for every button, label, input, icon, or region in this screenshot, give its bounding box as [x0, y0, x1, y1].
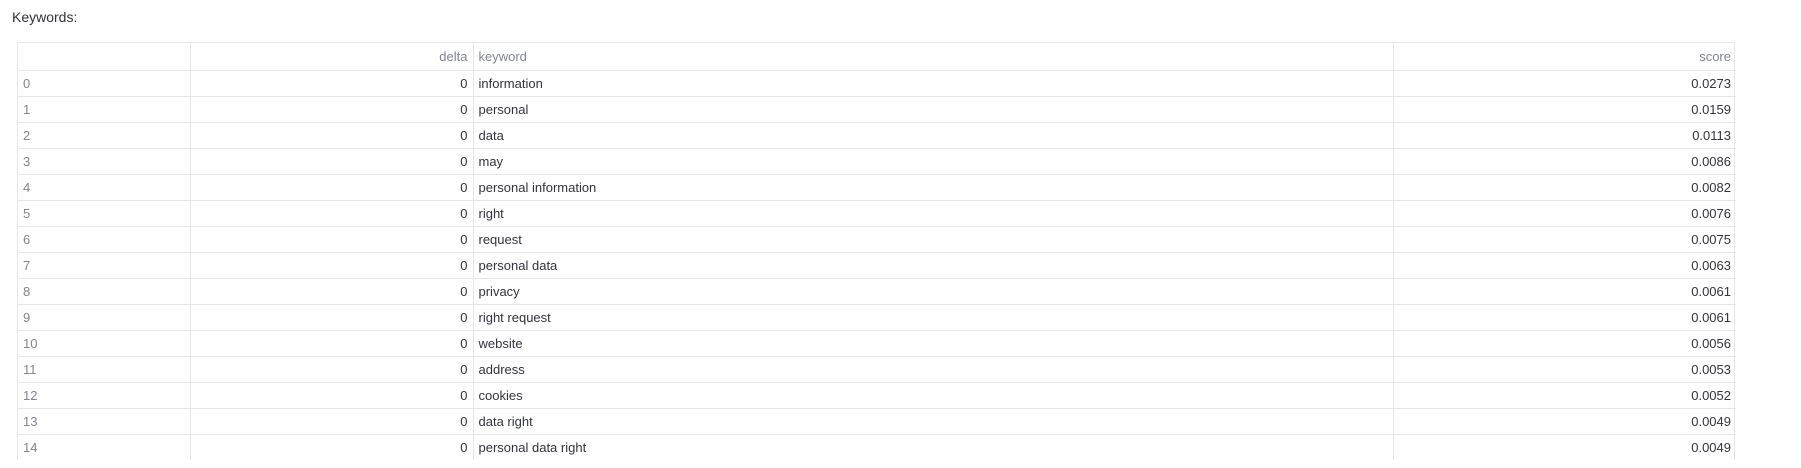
score-cell[interactable]: 0.0086 [1392, 148, 1736, 175]
column-header-keyword[interactable]: keyword [472, 43, 1393, 71]
keyword-cell[interactable]: address [472, 356, 1393, 383]
keyword-cell[interactable]: may [472, 148, 1393, 175]
delta-cell[interactable]: 0 [189, 408, 473, 435]
table-body: 0 0 information 0.0273 1 0 personal 0.0159 2 0 dat… [18, 70, 1736, 460]
table-row[interactable]: 4 0 personal information 0.0082 [18, 174, 1736, 201]
keyword-cell[interactable]: website [472, 330, 1393, 357]
keyword-cell[interactable]: cookies [472, 382, 1393, 409]
table-row[interactable]: 2 0 data 0.0113 [18, 122, 1736, 149]
row-index-cell[interactable]: 4 [18, 174, 190, 201]
delta-cell[interactable]: 0 [189, 330, 473, 357]
row-index-cell[interactable]: 7 [18, 252, 190, 279]
score-cell[interactable]: 0.0061 [1392, 278, 1736, 305]
keyword-cell[interactable]: personal data right [472, 434, 1393, 460]
keyword-cell[interactable]: personal data [472, 252, 1393, 279]
delta-cell[interactable]: 0 [189, 148, 473, 175]
score-cell[interactable]: 0.0052 [1392, 382, 1736, 409]
delta-cell[interactable]: 0 [189, 174, 473, 201]
row-index-cell[interactable]: 14 [18, 434, 190, 460]
keywords-table[interactable]: delta keyword score 0 0 information 0.0273 1… [17, 42, 1736, 460]
delta-cell[interactable]: 0 [189, 70, 473, 97]
table-row[interactable]: 13 0 data right 0.0049 [18, 408, 1736, 435]
row-index-cell[interactable]: 2 [18, 122, 190, 149]
row-index-cell[interactable]: 6 [18, 226, 190, 253]
score-cell[interactable]: 0.0049 [1392, 408, 1736, 435]
row-index-cell[interactable]: 9 [18, 304, 190, 331]
table-row[interactable]: 10 0 website 0.0056 [18, 330, 1736, 357]
table-row[interactable]: 14 0 personal data right 0.0049 [18, 434, 1736, 460]
score-cell[interactable]: 0.0056 [1392, 330, 1736, 357]
column-header-index[interactable] [18, 43, 190, 71]
keyword-cell[interactable]: data [472, 122, 1393, 149]
column-header-delta[interactable]: delta [189, 43, 473, 71]
row-index-cell[interactable]: 8 [18, 278, 190, 305]
keyword-cell[interactable]: privacy [472, 278, 1393, 305]
table-row[interactable]: 0 0 information 0.0273 [18, 70, 1736, 97]
delta-cell[interactable]: 0 [189, 226, 473, 253]
table-row[interactable]: 11 0 address 0.0053 [18, 356, 1736, 383]
keyword-cell[interactable]: right request [472, 304, 1393, 331]
score-cell[interactable]: 0.0273 [1392, 70, 1736, 97]
delta-cell[interactable]: 0 [189, 96, 473, 123]
column-header-score[interactable]: score [1392, 43, 1736, 71]
keyword-cell[interactable]: request [472, 226, 1393, 253]
keyword-cell[interactable]: right [472, 200, 1393, 227]
row-index-cell[interactable]: 0 [18, 70, 190, 97]
row-index-cell[interactable]: 11 [18, 356, 190, 383]
delta-cell[interactable]: 0 [189, 434, 473, 460]
score-cell[interactable]: 0.0082 [1392, 174, 1736, 201]
table-row[interactable]: 7 0 personal data 0.0063 [18, 252, 1736, 279]
row-index-cell[interactable]: 5 [18, 200, 190, 227]
score-cell[interactable]: 0.0063 [1392, 252, 1736, 279]
table-row[interactable]: 12 0 cookies 0.0052 [18, 382, 1736, 409]
delta-cell[interactable]: 0 [189, 304, 473, 331]
keyword-cell[interactable]: personal [472, 96, 1393, 123]
table-header-row: delta keyword score [18, 43, 1736, 71]
row-index-cell[interactable]: 13 [18, 408, 190, 435]
page: Keywords: delta keyword score 0 0 informat… [0, 0, 1801, 468]
table-row[interactable]: 1 0 personal 0.0159 [18, 96, 1736, 123]
row-index-cell[interactable]: 3 [18, 148, 190, 175]
delta-cell[interactable]: 0 [189, 382, 473, 409]
keyword-cell[interactable]: personal information [472, 174, 1393, 201]
delta-cell[interactable]: 0 [189, 122, 473, 149]
score-cell[interactable]: 0.0053 [1392, 356, 1736, 383]
keywords-label: Keywords: [12, 9, 78, 25]
score-cell[interactable]: 0.0049 [1392, 434, 1736, 460]
row-index-cell[interactable]: 10 [18, 330, 190, 357]
table-row[interactable]: 3 0 may 0.0086 [18, 148, 1736, 175]
score-cell[interactable]: 0.0159 [1392, 96, 1736, 123]
score-cell[interactable]: 0.0076 [1392, 200, 1736, 227]
score-cell[interactable]: 0.0061 [1392, 304, 1736, 331]
keyword-cell[interactable]: information [472, 70, 1393, 97]
score-cell[interactable]: 0.0113 [1392, 122, 1736, 149]
row-index-cell[interactable]: 1 [18, 96, 190, 123]
table-row[interactable]: 8 0 privacy 0.0061 [18, 278, 1736, 305]
delta-cell[interactable]: 0 [189, 252, 473, 279]
delta-cell[interactable]: 0 [189, 356, 473, 383]
delta-cell[interactable]: 0 [189, 278, 473, 305]
delta-cell[interactable]: 0 [189, 200, 473, 227]
keyword-cell[interactable]: data right [472, 408, 1393, 435]
table-row[interactable]: 5 0 right 0.0076 [18, 200, 1736, 227]
score-cell[interactable]: 0.0075 [1392, 226, 1736, 253]
row-index-cell[interactable]: 12 [18, 382, 190, 409]
table-row[interactable]: 9 0 right request 0.0061 [18, 304, 1736, 331]
table-row[interactable]: 6 0 request 0.0075 [18, 226, 1736, 253]
